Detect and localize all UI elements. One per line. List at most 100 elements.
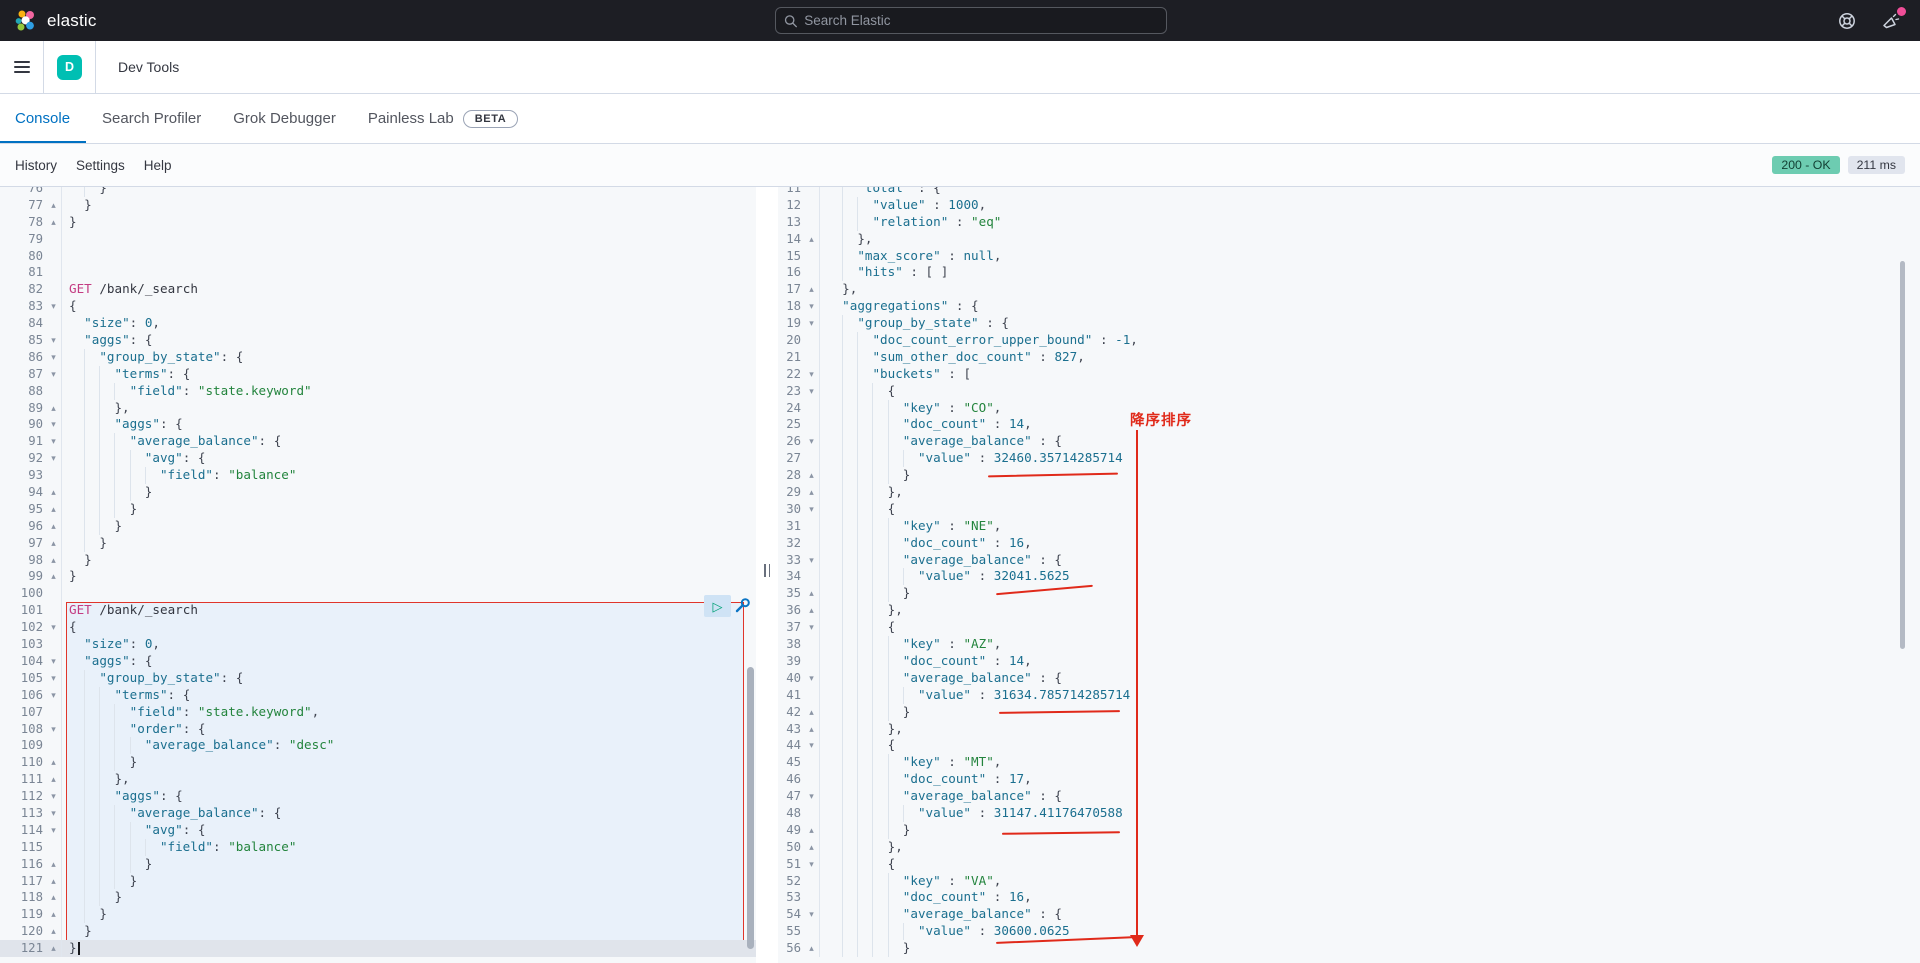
tab-search-profiler[interactable]: Search Profiler xyxy=(86,94,217,143)
code-text[interactable]: "aggs": { xyxy=(62,788,756,805)
editor-line[interactable]: 87▾"terms": { xyxy=(0,366,756,383)
help-button[interactable] xyxy=(1836,10,1858,32)
code-text[interactable]: { xyxy=(62,298,756,315)
editor-line[interactable]: 93"field": "balance" xyxy=(0,467,756,484)
request-options-button[interactable] xyxy=(733,596,752,615)
editor-line[interactable]: 94▴} xyxy=(0,484,756,501)
code-text[interactable]: "size": 0, xyxy=(62,636,756,653)
code-text[interactable]: } xyxy=(62,923,756,940)
code-text[interactable]: }, xyxy=(62,771,756,788)
code-text[interactable]: } xyxy=(62,535,756,552)
fold-close-icon[interactable]: ▴ xyxy=(46,923,62,940)
editor-line[interactable]: 111▴}, xyxy=(0,771,756,788)
fold-close-icon[interactable]: ▴ xyxy=(46,940,62,957)
search-input[interactable] xyxy=(804,13,1158,28)
menu-item-help[interactable]: Help xyxy=(144,158,172,173)
fold-open-icon[interactable]: ▾ xyxy=(46,450,62,467)
code-text[interactable]: } xyxy=(62,501,756,518)
code-text[interactable]: "aggs": { xyxy=(62,416,756,433)
editor-line[interactable]: 105▾"group_by_state": { xyxy=(0,670,756,687)
editor-line[interactable]: 88"field": "state.keyword" xyxy=(0,383,756,400)
fold-open-icon[interactable]: ▾ xyxy=(46,788,62,805)
menu-item-history[interactable]: History xyxy=(15,158,57,173)
code-text[interactable]: }, xyxy=(62,400,756,417)
tab-grok-debugger[interactable]: Grok Debugger xyxy=(217,94,352,143)
fold-close-icon[interactable]: ▴ xyxy=(46,518,62,535)
send-request-button[interactable]: ▷ xyxy=(704,595,731,617)
fold-close-icon[interactable]: ▴ xyxy=(46,568,62,585)
elastic-brand[interactable]: elastic xyxy=(14,9,97,33)
code-text[interactable] xyxy=(62,585,756,602)
response-scrollbar[interactable] xyxy=(1900,261,1905,649)
fold-open-icon[interactable]: ▾ xyxy=(804,619,820,636)
code-text[interactable]: } xyxy=(62,484,756,501)
fold-close-icon[interactable]: ▴ xyxy=(46,214,62,231)
fold-open-icon[interactable]: ▾ xyxy=(804,737,820,754)
fold-open-icon[interactable]: ▾ xyxy=(804,433,820,450)
fold-open-icon[interactable]: ▾ xyxy=(804,501,820,518)
code-text[interactable] xyxy=(62,248,756,265)
code-text[interactable]: "average_balance": { xyxy=(62,805,756,822)
code-text[interactable]: GET /bank/_search xyxy=(62,281,756,298)
editor-scrollbar[interactable] xyxy=(747,667,754,949)
code-text[interactable]: "size": 0, xyxy=(62,315,756,332)
space-selector[interactable]: D xyxy=(44,41,96,93)
editor-line[interactable]: 106▾"terms": { xyxy=(0,687,756,704)
code-text[interactable]: "avg": { xyxy=(62,450,756,467)
fold-open-icon[interactable]: ▾ xyxy=(804,366,820,383)
editor-line[interactable]: 89▴}, xyxy=(0,400,756,417)
code-text[interactable]: } xyxy=(62,940,756,957)
code-text[interactable]: "aggs": { xyxy=(62,332,756,349)
editor-line[interactable]: 85▾"aggs": { xyxy=(0,332,756,349)
fold-open-icon[interactable]: ▾ xyxy=(46,653,62,670)
fold-close-icon[interactable]: ▴ xyxy=(804,704,820,721)
code-text[interactable]: "aggs": { xyxy=(62,653,756,670)
editor-line[interactable]: 100 xyxy=(0,585,756,602)
code-text[interactable]: { xyxy=(62,619,756,636)
fold-close-icon[interactable]: ▴ xyxy=(804,231,820,248)
editor-line[interactable]: 83▾{ xyxy=(0,298,756,315)
fold-open-icon[interactable]: ▾ xyxy=(46,332,62,349)
editor-line[interactable]: 114▾"avg": { xyxy=(0,822,756,839)
editor-line[interactable]: 86▾"group_by_state": { xyxy=(0,349,756,366)
editor-line[interactable]: 90▾"aggs": { xyxy=(0,416,756,433)
editor-line[interactable]: 112▾"aggs": { xyxy=(0,788,756,805)
code-text[interactable]: } xyxy=(62,568,756,585)
code-text[interactable]: } xyxy=(62,906,756,923)
fold-open-icon[interactable]: ▾ xyxy=(804,788,820,805)
code-text[interactable] xyxy=(62,231,756,248)
editor-line[interactable]: 82GET /bank/_search xyxy=(0,281,756,298)
editor-line[interactable]: 81 xyxy=(0,264,756,281)
fold-close-icon[interactable]: ▴ xyxy=(46,501,62,518)
fold-open-icon[interactable]: ▾ xyxy=(46,687,62,704)
editor-line[interactable]: 96▴} xyxy=(0,518,756,535)
code-text[interactable]: } xyxy=(62,518,756,535)
code-text[interactable]: "group_by_state": { xyxy=(62,670,756,687)
fold-open-icon[interactable]: ▾ xyxy=(804,315,820,332)
code-text[interactable]: } xyxy=(62,187,756,197)
fold-close-icon[interactable]: ▴ xyxy=(804,822,820,839)
code-text[interactable]: } xyxy=(62,197,756,214)
code-text[interactable] xyxy=(62,264,756,281)
fold-open-icon[interactable]: ▾ xyxy=(804,856,820,873)
fold-close-icon[interactable]: ▴ xyxy=(46,771,62,788)
code-text[interactable]: "average_balance": { xyxy=(62,433,756,450)
editor-line[interactable]: 91▾"average_balance": { xyxy=(0,433,756,450)
menu-button[interactable] xyxy=(0,41,44,93)
code-text[interactable]: } xyxy=(62,214,756,231)
code-text[interactable]: "field": "state.keyword" xyxy=(62,383,756,400)
editor-line[interactable]: 98▴} xyxy=(0,552,756,569)
menu-item-settings[interactable]: Settings xyxy=(76,158,125,173)
fold-close-icon[interactable]: ▴ xyxy=(804,602,820,619)
editor-line[interactable]: 119▴} xyxy=(0,906,756,923)
fold-close-icon[interactable]: ▴ xyxy=(46,400,62,417)
fold-open-icon[interactable]: ▾ xyxy=(46,433,62,450)
editor-line[interactable]: 95▴} xyxy=(0,501,756,518)
editor-line[interactable]: 110▴} xyxy=(0,754,756,771)
code-text[interactable]: } xyxy=(62,889,756,906)
code-text[interactable]: } xyxy=(62,552,756,569)
code-text[interactable]: } xyxy=(62,754,756,771)
editor-line[interactable]: 76} xyxy=(0,187,756,197)
fold-open-icon[interactable]: ▾ xyxy=(46,822,62,839)
editor-line[interactable]: 79 xyxy=(0,231,756,248)
